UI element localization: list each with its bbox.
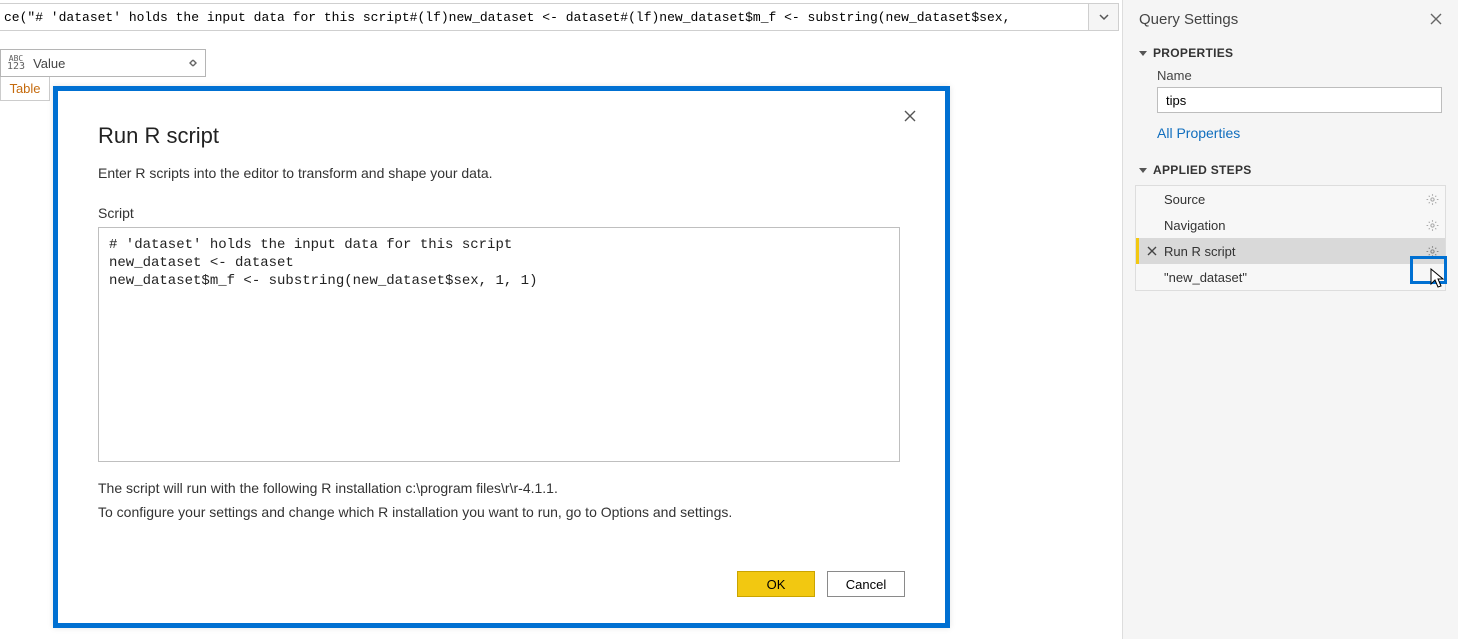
script-textarea[interactable] bbox=[98, 227, 900, 462]
ok-button[interactable]: OK bbox=[737, 571, 815, 597]
formula-text[interactable]: ce("# 'dataset' holds the input data for… bbox=[0, 10, 1088, 25]
type-icon: ABC123 bbox=[7, 55, 25, 71]
properties-section-header[interactable]: PROPERTIES bbox=[1123, 38, 1458, 66]
step-settings-button[interactable] bbox=[1426, 219, 1439, 232]
delete-step-button[interactable] bbox=[1147, 246, 1157, 256]
expand-column-button[interactable] bbox=[185, 55, 201, 71]
step-new-dataset[interactable]: "new_dataset" bbox=[1136, 264, 1445, 290]
r-settings-hint: To configure your settings and change wh… bbox=[98, 500, 905, 524]
pane-title: Query Settings bbox=[1139, 11, 1238, 28]
dialog-title: Run R script bbox=[98, 123, 905, 149]
column-header-value[interactable]: ABC123 Value bbox=[0, 49, 206, 77]
triangle-icon bbox=[1139, 168, 1147, 173]
r-install-path: The script will run with the following R… bbox=[98, 476, 905, 500]
close-icon bbox=[1147, 246, 1157, 256]
close-icon bbox=[1430, 13, 1442, 25]
cancel-button[interactable]: Cancel bbox=[827, 571, 905, 597]
step-label: "new_dataset" bbox=[1164, 270, 1247, 285]
close-pane-button[interactable] bbox=[1430, 13, 1442, 25]
step-label: Navigation bbox=[1164, 218, 1225, 233]
applied-steps-list: Source Navigation Run R script "new_data… bbox=[1135, 185, 1446, 291]
step-settings-button[interactable] bbox=[1426, 245, 1439, 258]
r-install-note: The script will run with the following R… bbox=[98, 476, 905, 524]
run-r-script-dialog: Run R script Enter R scripts into the ed… bbox=[53, 86, 950, 628]
column-header-label: Value bbox=[33, 56, 65, 71]
dialog-close-button[interactable] bbox=[903, 109, 917, 123]
step-run-r-script[interactable]: Run R script bbox=[1136, 238, 1445, 264]
close-icon bbox=[903, 109, 917, 123]
step-source[interactable]: Source bbox=[1136, 186, 1445, 212]
step-settings-button[interactable] bbox=[1426, 193, 1439, 206]
dialog-subtitle: Enter R scripts into the editor to trans… bbox=[98, 165, 905, 181]
applied-steps-label: APPLIED STEPS bbox=[1153, 163, 1252, 177]
expand-icon bbox=[186, 56, 200, 70]
row-value[interactable]: Table bbox=[0, 77, 50, 101]
properties-section-label: PROPERTIES bbox=[1153, 46, 1233, 60]
gear-icon bbox=[1426, 219, 1439, 232]
name-label: Name bbox=[1123, 66, 1458, 87]
query-name-input[interactable] bbox=[1157, 87, 1442, 113]
gear-icon bbox=[1426, 245, 1439, 258]
step-label: Run R script bbox=[1164, 244, 1236, 259]
all-properties-link[interactable]: All Properties bbox=[1123, 123, 1458, 155]
triangle-icon bbox=[1139, 51, 1147, 56]
applied-steps-section-header[interactable]: APPLIED STEPS bbox=[1123, 155, 1458, 183]
query-settings-pane: Query Settings PROPERTIES Name All Prope… bbox=[1122, 0, 1458, 639]
step-navigation[interactable]: Navigation bbox=[1136, 212, 1445, 238]
formula-dropdown-button[interactable] bbox=[1088, 4, 1118, 30]
step-label: Source bbox=[1164, 192, 1205, 207]
script-field-label: Script bbox=[98, 205, 905, 221]
gear-icon bbox=[1426, 193, 1439, 206]
formula-bar[interactable]: ce("# 'dataset' holds the input data for… bbox=[0, 3, 1119, 31]
chevron-down-icon bbox=[1098, 11, 1110, 23]
